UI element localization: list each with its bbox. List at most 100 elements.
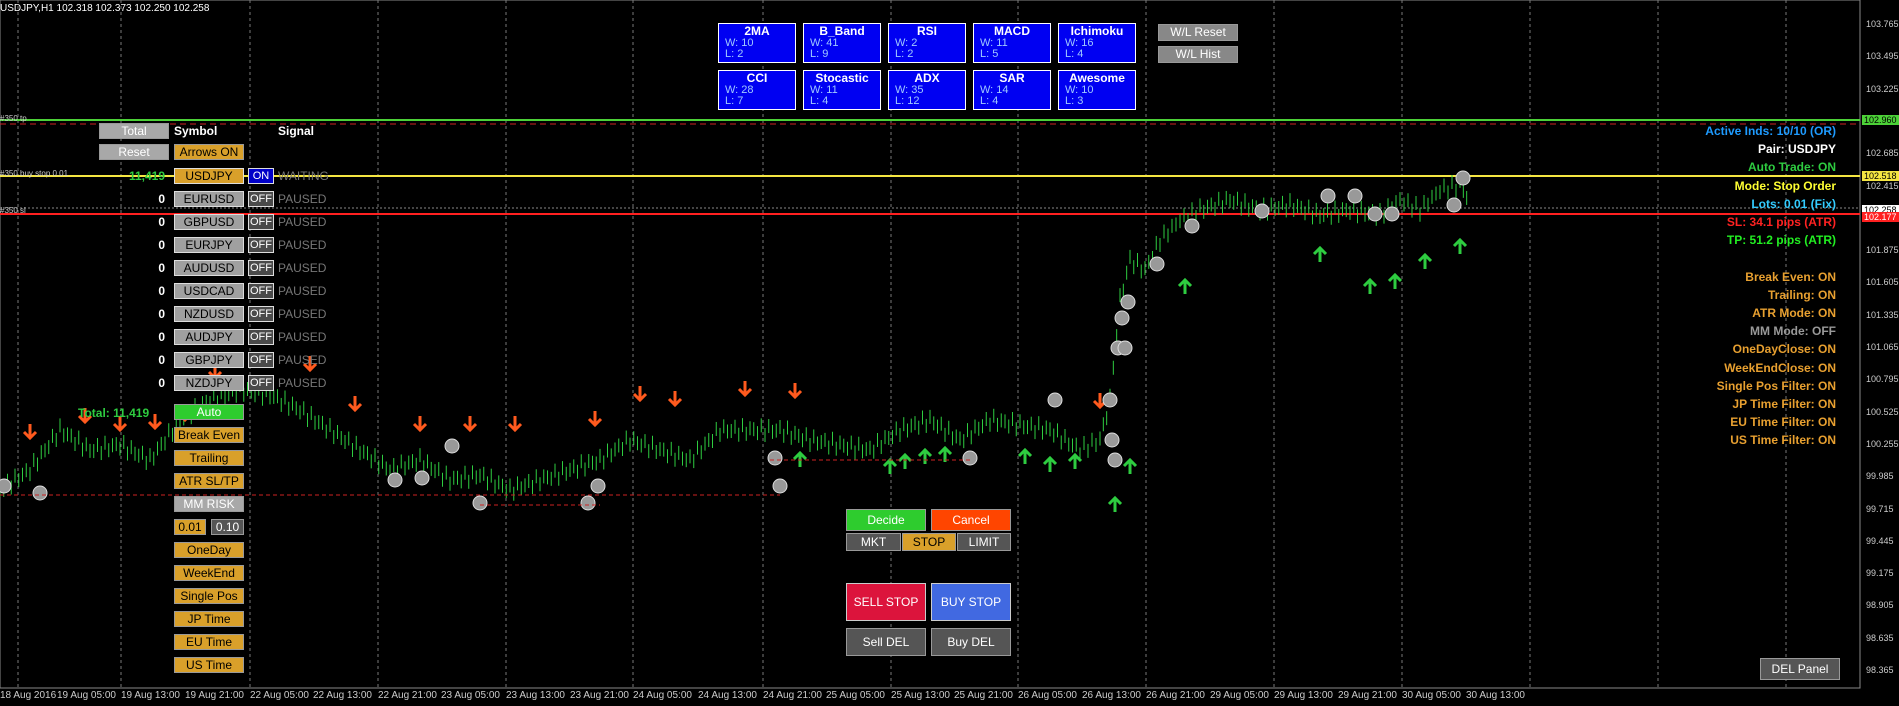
mkt-button[interactable]: MKT: [846, 533, 901, 551]
price-tick: 98.365: [1866, 665, 1894, 675]
lot-001-button[interactable]: 0.01: [174, 519, 206, 535]
symbol-toggle[interactable]: OFF: [248, 329, 274, 345]
symbol-toggle[interactable]: OFF: [248, 306, 274, 322]
indicator-box-sar[interactable]: SAR W: 14 L: 4: [973, 70, 1051, 110]
symbol-button[interactable]: AUDUSD: [174, 260, 244, 276]
indicator-box-cci[interactable]: CCI W: 28 L: 7: [718, 70, 796, 110]
symbol-button[interactable]: NZDJPY: [174, 375, 244, 391]
indicator-losses: L: 12: [895, 95, 920, 107]
symbol-toggle[interactable]: OFF: [248, 375, 274, 391]
price-tick: 99.445: [1866, 535, 1894, 546]
info-line: Pair: USDJPY: [1757, 142, 1836, 157]
trade-marker: [1047, 392, 1063, 408]
symbol-signal: PAUSED: [278, 215, 327, 229]
break-even-button[interactable]: Break Even: [174, 427, 244, 443]
sell-stop-button[interactable]: SELL STOP: [846, 583, 926, 621]
indicator-box-2ma[interactable]: 2MA W: 10 L: 2: [718, 23, 796, 63]
auto-button[interactable]: Auto: [174, 404, 244, 420]
sell-arrow: [632, 386, 648, 403]
total-button[interactable]: Total: [99, 123, 169, 139]
indicator-box-awesome[interactable]: Awesome W: 10 L: 3: [1058, 70, 1136, 110]
indicator-box-stocastic[interactable]: Stocastic W: 11 L: 4: [803, 70, 881, 110]
trade-marker: [1149, 256, 1165, 272]
symbol-button[interactable]: EURJPY: [174, 237, 244, 253]
mm-risk-button[interactable]: MM RISK: [174, 496, 244, 512]
total-label: Total: 11,419: [78, 406, 150, 420]
indicator-box-adx[interactable]: ADX W: 35 L: 12: [888, 70, 966, 110]
cancel-button[interactable]: Cancel: [931, 509, 1011, 531]
single-pos-button[interactable]: Single Pos: [174, 588, 244, 604]
buy-arrow: [1067, 452, 1083, 469]
price-tick: 101.875: [1866, 245, 1899, 256]
arrows-toggle[interactable]: Arrows ON: [174, 144, 244, 160]
trade-marker: [1184, 218, 1200, 234]
trade-marker: [1117, 340, 1133, 356]
symbol-button[interactable]: NZDUSD: [174, 306, 244, 322]
limit-button[interactable]: LIMIT: [957, 533, 1011, 551]
price-tick: 101.335: [1866, 309, 1899, 320]
buy-del-button[interactable]: Buy DEL: [931, 628, 1011, 656]
trade-marker: [1107, 452, 1123, 468]
indicator-box-ichimoku[interactable]: Ichimoku W: 16 L: 4: [1058, 23, 1136, 63]
price-tick: 103.495: [1866, 51, 1899, 62]
sell-del-button[interactable]: Sell DEL: [846, 628, 926, 656]
time-tick: 19 Aug 13:00: [121, 690, 180, 701]
indicator-box-macd[interactable]: MACD W: 11 L: 5: [973, 23, 1051, 63]
price-tick: 101.605: [1866, 277, 1899, 288]
info-line: Mode: Stop Order: [1734, 178, 1836, 193]
time-tick: 25 Aug 13:00: [891, 690, 950, 701]
symbol-toggle[interactable]: OFF: [248, 352, 274, 368]
us-time-button[interactable]: US Time: [174, 657, 244, 673]
indicator-box-rsi[interactable]: RSI W: 2 L: 2: [888, 23, 966, 63]
symbol-toggle[interactable]: OFF: [248, 191, 274, 207]
price-tick: 99.715: [1866, 503, 1894, 514]
trade-count: 0: [158, 353, 165, 367]
info-line: Lots: 0.01 (Fix): [1751, 196, 1836, 211]
symbol-toggle[interactable]: ON: [248, 168, 274, 184]
symbol-button[interactable]: USDCAD: [174, 283, 244, 299]
buy-arrow: [1107, 495, 1123, 512]
indicator-box-b_band[interactable]: B_Band W: 41 L: 9: [803, 23, 881, 63]
oneday-button[interactable]: OneDay: [174, 542, 244, 558]
weekend-button[interactable]: WeekEnd: [174, 565, 244, 581]
wl-hist-button[interactable]: W/L Hist: [1158, 46, 1238, 63]
trade-marker: [1347, 188, 1363, 204]
atr-button[interactable]: ATR SL/TP: [174, 473, 244, 489]
symbol-toggle[interactable]: OFF: [248, 260, 274, 276]
eu-time-button[interactable]: EU Time: [174, 634, 244, 650]
trade-marker: [444, 438, 460, 454]
stop-button[interactable]: STOP: [902, 533, 956, 551]
trade-marker: [0, 478, 12, 494]
symbol-button[interactable]: USDJPY: [174, 168, 244, 184]
symbol-toggle[interactable]: OFF: [248, 283, 274, 299]
symbol-button[interactable]: GBPJPY: [174, 352, 244, 368]
time-tick: 26 Aug 05:00: [1018, 690, 1077, 701]
trade-marker: [32, 485, 48, 501]
trade-marker: [1446, 197, 1462, 213]
buy-stop-button[interactable]: BUY STOP: [931, 583, 1011, 621]
symbol-toggle[interactable]: OFF: [248, 237, 274, 253]
info-line: Break Even: ON: [1745, 269, 1836, 284]
price-tick: 99.175: [1866, 568, 1894, 579]
info-line: ATR Mode: ON: [1752, 306, 1836, 320]
symbol-button[interactable]: GBPUSD: [174, 214, 244, 230]
symbol-toggle[interactable]: OFF: [248, 214, 274, 230]
reset-button[interactable]: Reset: [99, 144, 169, 160]
trade-marker: [1254, 203, 1270, 219]
time-tick: 26 Aug 21:00: [1146, 690, 1205, 701]
jp-time-button[interactable]: JP Time: [174, 611, 244, 627]
price-tag-tp: 102.960: [1862, 115, 1899, 125]
trade-marker: [414, 470, 430, 486]
trade-count: 0: [158, 215, 165, 229]
price-tick: 103.765: [1866, 19, 1899, 29]
trailing-button[interactable]: Trailing: [174, 450, 244, 466]
trade-marker: [767, 450, 783, 466]
info-line: Auto Trade: ON: [1747, 160, 1836, 175]
del-panel-button[interactable]: DEL Panel: [1760, 658, 1840, 680]
decide-button[interactable]: Decide: [846, 509, 926, 531]
symbol-button[interactable]: EURUSD: [174, 191, 244, 207]
wl-reset-button[interactable]: W/L Reset: [1158, 24, 1238, 41]
lot-010-button[interactable]: 0.10: [211, 519, 244, 535]
indicator-name: MACD: [994, 24, 1030, 38]
symbol-button[interactable]: AUDJPY: [174, 329, 244, 345]
